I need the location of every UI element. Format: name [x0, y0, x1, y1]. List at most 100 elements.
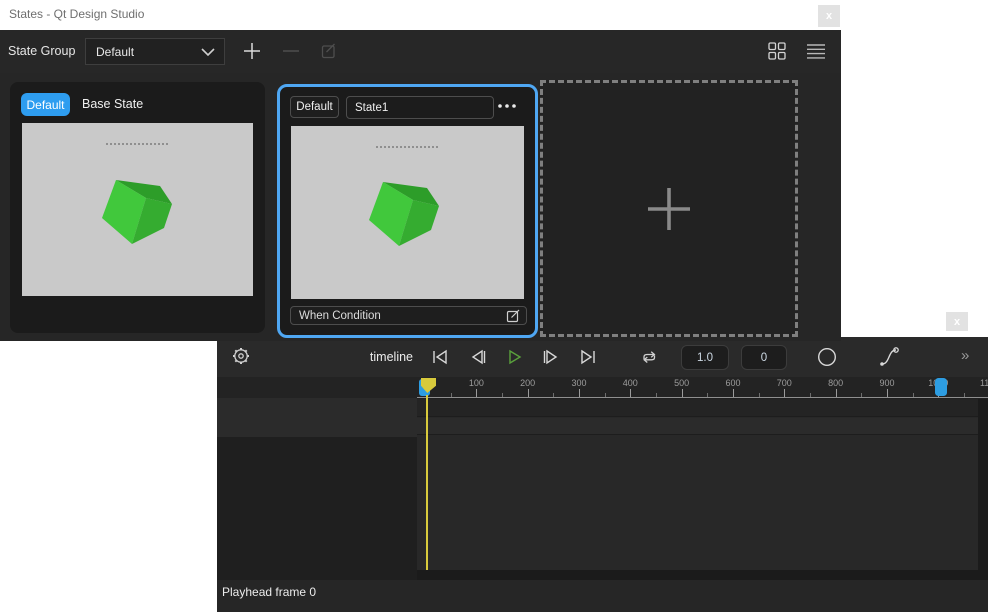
- cube-3d-icon: [369, 178, 441, 248]
- add-state-group-button[interactable]: [242, 41, 262, 61]
- ruler-tick: [810, 393, 811, 397]
- state-group-dropdown[interactable]: Default: [85, 38, 225, 65]
- timeline-close-button[interactable]: x: [946, 312, 968, 331]
- ruler-tick: [528, 389, 529, 397]
- ruler-tick: [579, 389, 580, 397]
- cube-3d-icon: [102, 176, 174, 246]
- remove-state-group-button[interactable]: [281, 41, 301, 61]
- ruler-tick: [476, 389, 477, 397]
- horizontal-scrollbar[interactable]: [417, 570, 988, 580]
- state-group-label: State Group: [8, 44, 75, 58]
- timeline-section-row[interactable]: [217, 398, 417, 437]
- ruler-tick: [733, 389, 734, 397]
- ruler-tick-label: 800: [828, 378, 843, 388]
- timeline-window: x timeline: [217, 303, 988, 612]
- record-circle-icon: [816, 346, 838, 368]
- state-group-dropdown-value: Default: [96, 45, 201, 59]
- ruler-tick: [630, 389, 631, 397]
- vertical-scrollbar[interactable]: [978, 399, 988, 570]
- states-window: States - Qt Design Studio x State Group …: [0, 0, 841, 341]
- ruler-tick: [887, 389, 888, 397]
- ruler-tick: [553, 393, 554, 397]
- ruler-baseline: [417, 397, 988, 398]
- ruler-tick-label: 300: [571, 378, 586, 388]
- timeline-name-label: timeline: [323, 350, 413, 364]
- timeline-track-area[interactable]: [417, 399, 978, 570]
- base-state-card[interactable]: Default Base State: [10, 82, 265, 333]
- ruler-tick: [836, 389, 837, 397]
- timeline-end-marker[interactable]: [935, 378, 947, 396]
- window-title: States - Qt Design Studio: [9, 7, 144, 21]
- ruler-tick-label: 400: [623, 378, 638, 388]
- states-toolbar: State Group Default: [0, 30, 841, 73]
- timeline-settings-button[interactable]: [230, 345, 252, 367]
- when-condition-label: When Condition: [299, 310, 506, 322]
- ruler-tick: [707, 393, 708, 397]
- ruler-tick: [964, 393, 965, 397]
- to-end-button[interactable]: [577, 346, 599, 368]
- ruler-tick-label: 100: [469, 378, 484, 388]
- skip-to-start-icon: [429, 346, 451, 368]
- ruler-tick: [656, 393, 657, 397]
- skip-to-end-icon: [577, 346, 599, 368]
- states-titlebar: States - Qt Design Studio x: [0, 0, 841, 30]
- current-keyframe-field[interactable]: 0: [741, 345, 787, 370]
- ruler-tick-label: 600: [725, 378, 740, 388]
- easing-curve-icon: [877, 345, 901, 369]
- rename-state-group-button[interactable]: [319, 41, 339, 61]
- timeline-panel: timeline: [217, 337, 988, 612]
- base-state-name: Base State: [82, 97, 143, 111]
- grid-view-icon: [767, 41, 787, 61]
- chevron-down-icon: [201, 48, 215, 56]
- make-default-button[interactable]: Default: [290, 96, 339, 118]
- ruler-left-header: [217, 377, 417, 398]
- playhead-status-text: Playhead frame 0: [222, 585, 316, 599]
- ruler-tick: [682, 389, 683, 397]
- add-state-slot[interactable]: [540, 80, 798, 337]
- easing-curve-editor-button[interactable]: [877, 345, 901, 369]
- loop-icon: [638, 346, 660, 368]
- auto-key-record-button[interactable]: [816, 346, 838, 368]
- state-options-button[interactable]: [497, 103, 517, 109]
- step-back-icon: [467, 346, 489, 368]
- previous-frame-button[interactable]: [467, 346, 489, 368]
- ruler-tick: [451, 393, 452, 397]
- loop-playback-button[interactable]: [638, 346, 660, 368]
- scene-caption: [106, 143, 170, 145]
- next-frame-button[interactable]: [540, 346, 562, 368]
- states-card-area: Default Base State Default: [0, 73, 841, 341]
- edit-icon: [320, 42, 338, 60]
- play-button[interactable]: [503, 346, 525, 368]
- playhead-line[interactable]: [426, 395, 428, 570]
- states-close-button[interactable]: x: [818, 5, 840, 27]
- step-forward-icon: [540, 346, 562, 368]
- toolbar-overflow-button[interactable]: »: [961, 347, 969, 364]
- track-row: [417, 418, 978, 435]
- plus-icon: [242, 41, 262, 61]
- thumbnail-view-button[interactable]: [767, 41, 787, 61]
- ruler-tick-label: 1100: [980, 378, 988, 388]
- base-state-preview: [22, 123, 253, 296]
- list-view-button[interactable]: [806, 41, 826, 61]
- ruler-tick-label: 500: [674, 378, 689, 388]
- ruler-tick: [913, 393, 914, 397]
- track-row: [417, 399, 978, 417]
- ruler-tick-label: 700: [777, 378, 792, 388]
- ruler-tick: [861, 393, 862, 397]
- ruler-tick: [759, 393, 760, 397]
- state1-card[interactable]: Default When Condition: [277, 84, 538, 338]
- when-condition-field[interactable]: When Condition: [290, 306, 527, 325]
- state1-preview: [291, 126, 524, 299]
- ruler-tick: [605, 393, 606, 397]
- to-start-button[interactable]: [429, 346, 451, 368]
- ruler-tick: [784, 389, 785, 397]
- state-name-input[interactable]: [346, 96, 494, 119]
- ruler-tick-label: 200: [520, 378, 535, 388]
- default-state-badge[interactable]: Default: [21, 93, 70, 116]
- timeline-ruler[interactable]: 10020030040050060070080090010001100: [417, 377, 988, 398]
- timeline-statusbar: Playhead frame 0: [217, 580, 988, 612]
- play-icon: [503, 346, 525, 368]
- playback-speed-field[interactable]: 1.0: [681, 345, 729, 370]
- ruler-tick-label: 900: [879, 378, 894, 388]
- edit-condition-icon[interactable]: [506, 308, 521, 323]
